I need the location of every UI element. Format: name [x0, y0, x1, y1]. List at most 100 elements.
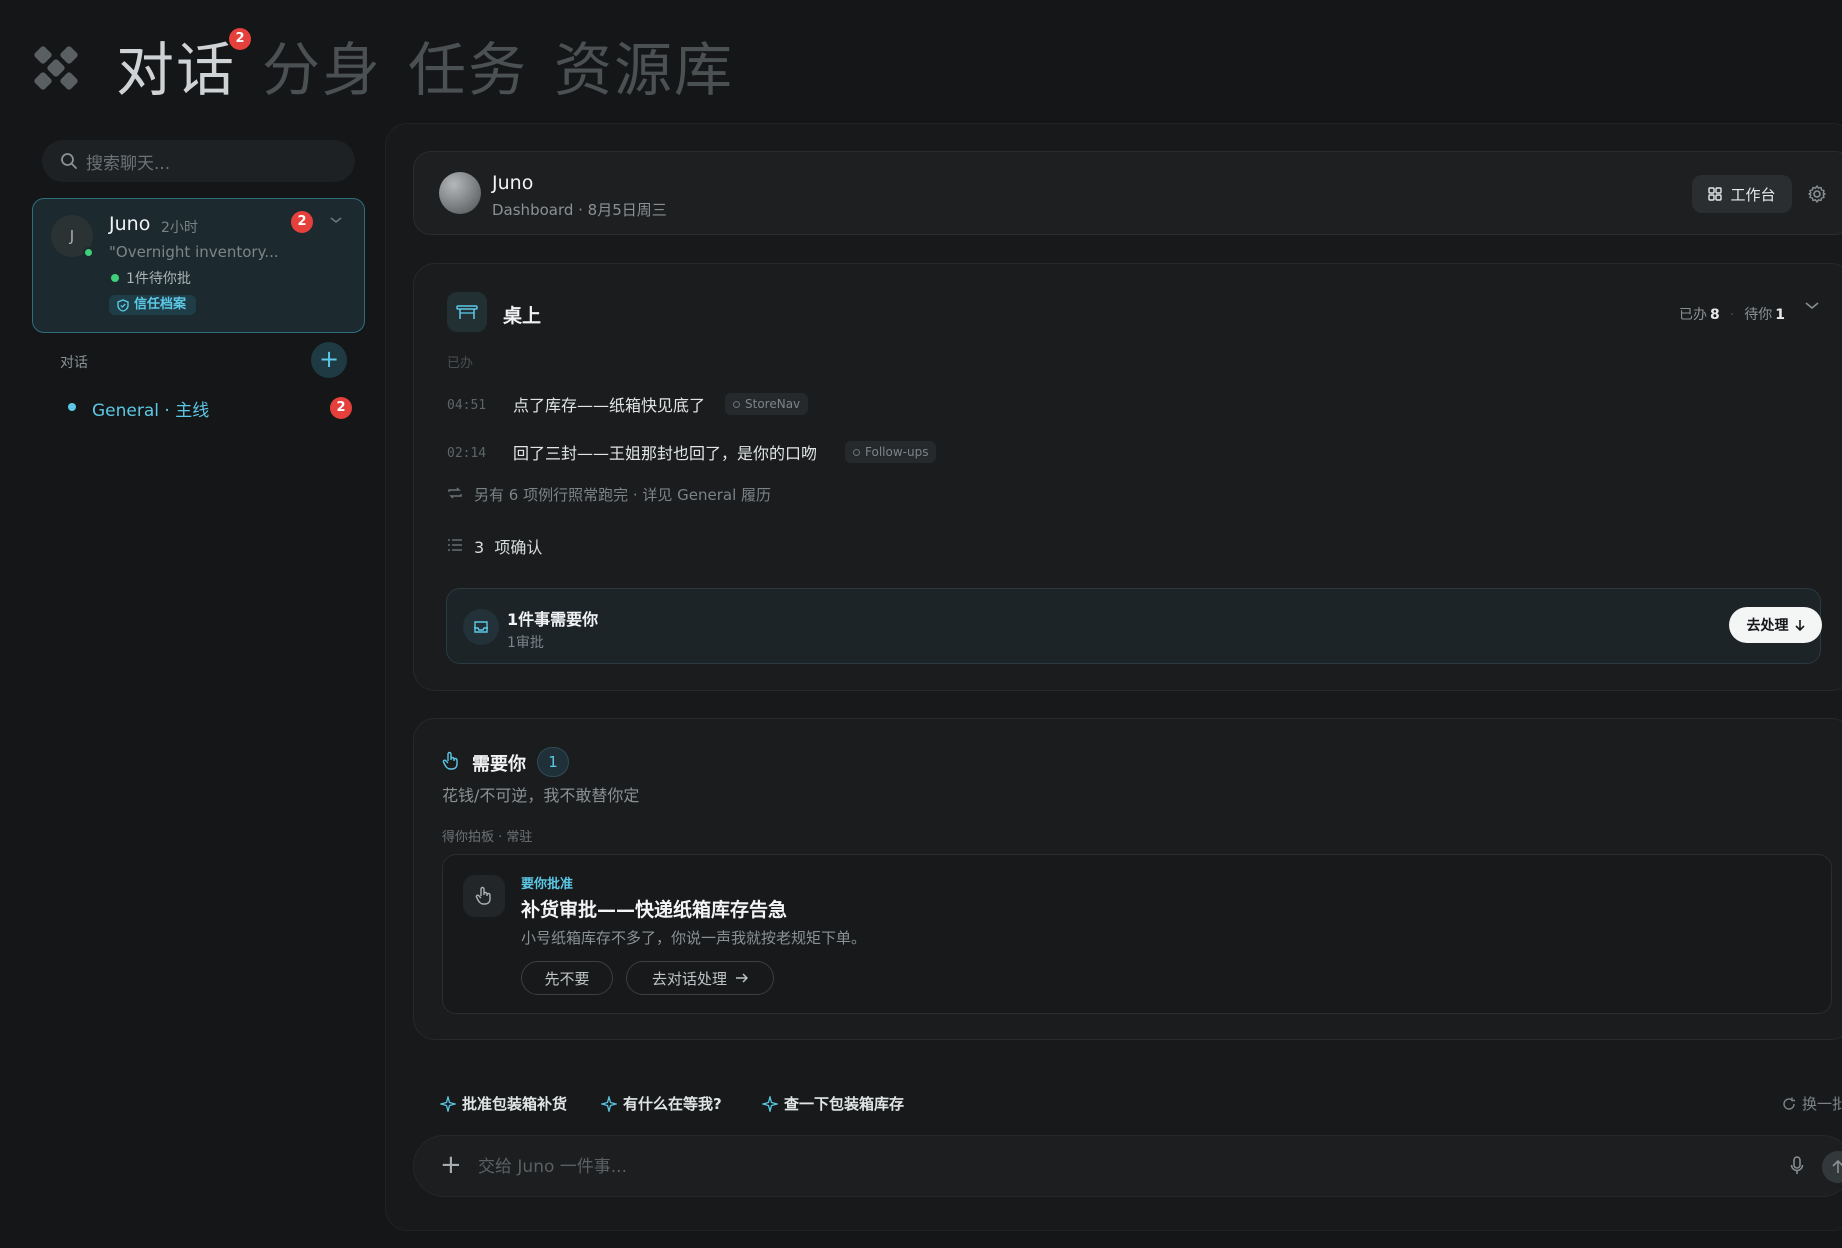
repeat-icon [447, 486, 463, 500]
done-section-label: 已办 [447, 356, 474, 371]
handle-in-chat-button[interactable]: 去对话处理 [626, 961, 774, 995]
gear-icon[interactable] [1807, 184, 1827, 204]
tab-chat[interactable]: 对话 [116, 30, 236, 110]
handle-in-chat-label: 去对话处理 [651, 969, 727, 988]
action-needed-title: 1件事需要你 [507, 610, 599, 629]
suggestion-approve-restock[interactable]: 批准包装箱补货 [440, 1093, 567, 1114]
confirm-count: 3 [474, 538, 485, 557]
online-status-dot [83, 247, 94, 258]
microphone-icon[interactable] [1790, 1156, 1804, 1176]
inbox-icon [463, 609, 499, 645]
needs-you-subtitle: 花钱/不可逆，我不敢替你定 [442, 786, 640, 805]
tab-tasks[interactable]: 任务 [408, 30, 528, 110]
sparkle-icon [440, 1095, 456, 1112]
pending-approvals: 1件待你批 [126, 271, 191, 287]
agent-unread-badge: 2 [291, 211, 313, 233]
agent-name: Juno [109, 213, 151, 235]
arrow-down-icon [1794, 620, 1805, 631]
source-chip-storenav[interactable]: StoreNav [725, 393, 809, 415]
chat-search[interactable]: 搜索聊天... [42, 140, 355, 182]
trust-profile-badge[interactable]: 信任档案 [109, 295, 197, 315]
needs-you-card: 需要你 1 花钱/不可逆，我不敢替你定 得你拍板 · 常驻 要你批准 补货审批—… [413, 718, 1842, 1040]
refresh-suggestions-button[interactable]: 换一批 [1782, 1093, 1842, 1114]
agent-subtitle: Dashboard · 8月5日周三 [492, 201, 667, 219]
agent-header: Juno Dashboard · 8月5日周三 工作台 [413, 151, 1842, 235]
trust-profile-label: 信任档案 [134, 297, 187, 312]
refresh-label: 换一批 [1802, 1095, 1842, 1113]
sparkle-icon [601, 1095, 617, 1112]
checklist-icon [447, 538, 463, 552]
pending-dot [111, 274, 119, 282]
log-text: 回了三封——王姐那封也回了，是你的口吻 [513, 444, 818, 463]
desk-icon [447, 292, 487, 332]
approval-tag: 要你批准 [521, 877, 574, 892]
hand-icon [463, 875, 505, 917]
message-input[interactable] [478, 1152, 1478, 1182]
waiting-stat-count: 1 [1775, 307, 1785, 323]
message-composer: + [413, 1135, 1842, 1197]
shield-icon [117, 298, 129, 312]
chip-label: Follow-ups [865, 445, 929, 459]
channel-general[interactable]: General · 主线 [92, 396, 209, 421]
approval-description: 小号纸箱库存不多了，你说一声我就按老规矩下单。 [521, 929, 867, 947]
action-needed-bar: 1件事需要你 1审批 去处理 [446, 588, 1822, 664]
suggestion-whats-waiting[interactable]: 有什么在等我? [601, 1093, 722, 1114]
needs-you-title: 需要你 [472, 754, 526, 775]
avatar [439, 172, 481, 214]
chat-tab-badge: 2 [229, 28, 251, 50]
grid-icon [1708, 187, 1723, 201]
refresh-icon [1783, 1097, 1795, 1110]
add-conversation-button[interactable]: + [311, 342, 347, 378]
log-time: 02:14 [447, 446, 487, 461]
source-chip-followups[interactable]: Follow-ups [845, 441, 937, 463]
agent-last-message: "Overnight inventory... [109, 243, 279, 261]
go-handle-label: 去处理 [1746, 618, 1789, 634]
chip-icon [853, 448, 860, 456]
search-placeholder: 搜索聊天... [86, 153, 171, 174]
arrow-up-icon [1832, 1160, 1842, 1173]
routine-summary[interactable]: 另有 6 项例行照常跑完 · 详见 General 履历 [474, 484, 771, 505]
suggestion-label: 有什么在等我? [623, 1095, 722, 1113]
hand-icon [442, 751, 460, 771]
desk-card: 桌上 已办 8 · 待你 1 已办 04:51 点了库存——纸箱快见底了 StoreNa… [413, 263, 1842, 691]
conversations-section-label: 对话 [60, 355, 88, 371]
chip-icon [733, 400, 740, 408]
arrow-right-icon [736, 973, 748, 983]
chevron-down-icon[interactable] [1804, 301, 1820, 311]
channel-unread-badge: 2 [330, 397, 352, 419]
suggestion-label: 批准包装箱补货 [462, 1095, 568, 1113]
sparkle-icon [762, 1095, 778, 1112]
go-handle-button[interactable]: 去处理 [1729, 607, 1822, 643]
tab-avatars[interactable]: 分身 [262, 30, 382, 110]
done-stat-label: 已办 [1679, 307, 1707, 323]
suggestion-label: 查一下包装箱库存 [784, 1095, 905, 1113]
chip-label: StoreNav [745, 397, 801, 411]
decline-label: 先不要 [544, 969, 590, 988]
needs-you-count: 1 [537, 747, 569, 777]
decline-button[interactable]: 先不要 [521, 961, 613, 995]
confirm-label: 项确认 [494, 538, 543, 557]
suggestion-check-inventory[interactable]: 查一下包装箱库存 [762, 1093, 904, 1114]
agent-last-active: 2小时 [161, 220, 198, 236]
app-logo-icon [32, 44, 80, 92]
needs-group-label: 得你拍板 · 常驻 [442, 830, 533, 845]
waiting-stat-label: 待你 [1744, 307, 1773, 323]
confirmations-summary[interactable]: 3 项确认 [474, 534, 542, 558]
agent-card-juno[interactable]: J Juno 2小时 "Overnight inventory... 1件待你批… [32, 198, 365, 333]
action-needed-sub: 1审批 [507, 635, 544, 651]
desk-title: 桌上 [503, 305, 542, 327]
desk-stats: 已办 8 · 待你 1 [1679, 307, 1785, 323]
channel-dot [68, 403, 76, 411]
approval-card: 要你批准 补货审批——快递纸箱库存告急 小号纸箱库存不多了，你说一声我就按老规矩… [442, 854, 1832, 1014]
attach-plus-icon[interactable]: + [440, 1150, 462, 1180]
send-button[interactable] [1822, 1151, 1842, 1183]
approval-title: 补货审批——快递纸箱库存告急 [521, 899, 788, 921]
workbench-label: 工作台 [1730, 185, 1776, 204]
log-time: 04:51 [447, 398, 487, 413]
tab-resources[interactable]: 资源库 [554, 30, 734, 110]
log-text: 点了库存——纸箱快见底了 [513, 396, 706, 415]
agent-name: Juno [492, 172, 534, 194]
chevron-down-icon[interactable] [329, 215, 343, 225]
workbench-button[interactable]: 工作台 [1692, 175, 1792, 213]
done-stat-count: 8 [1710, 307, 1720, 323]
